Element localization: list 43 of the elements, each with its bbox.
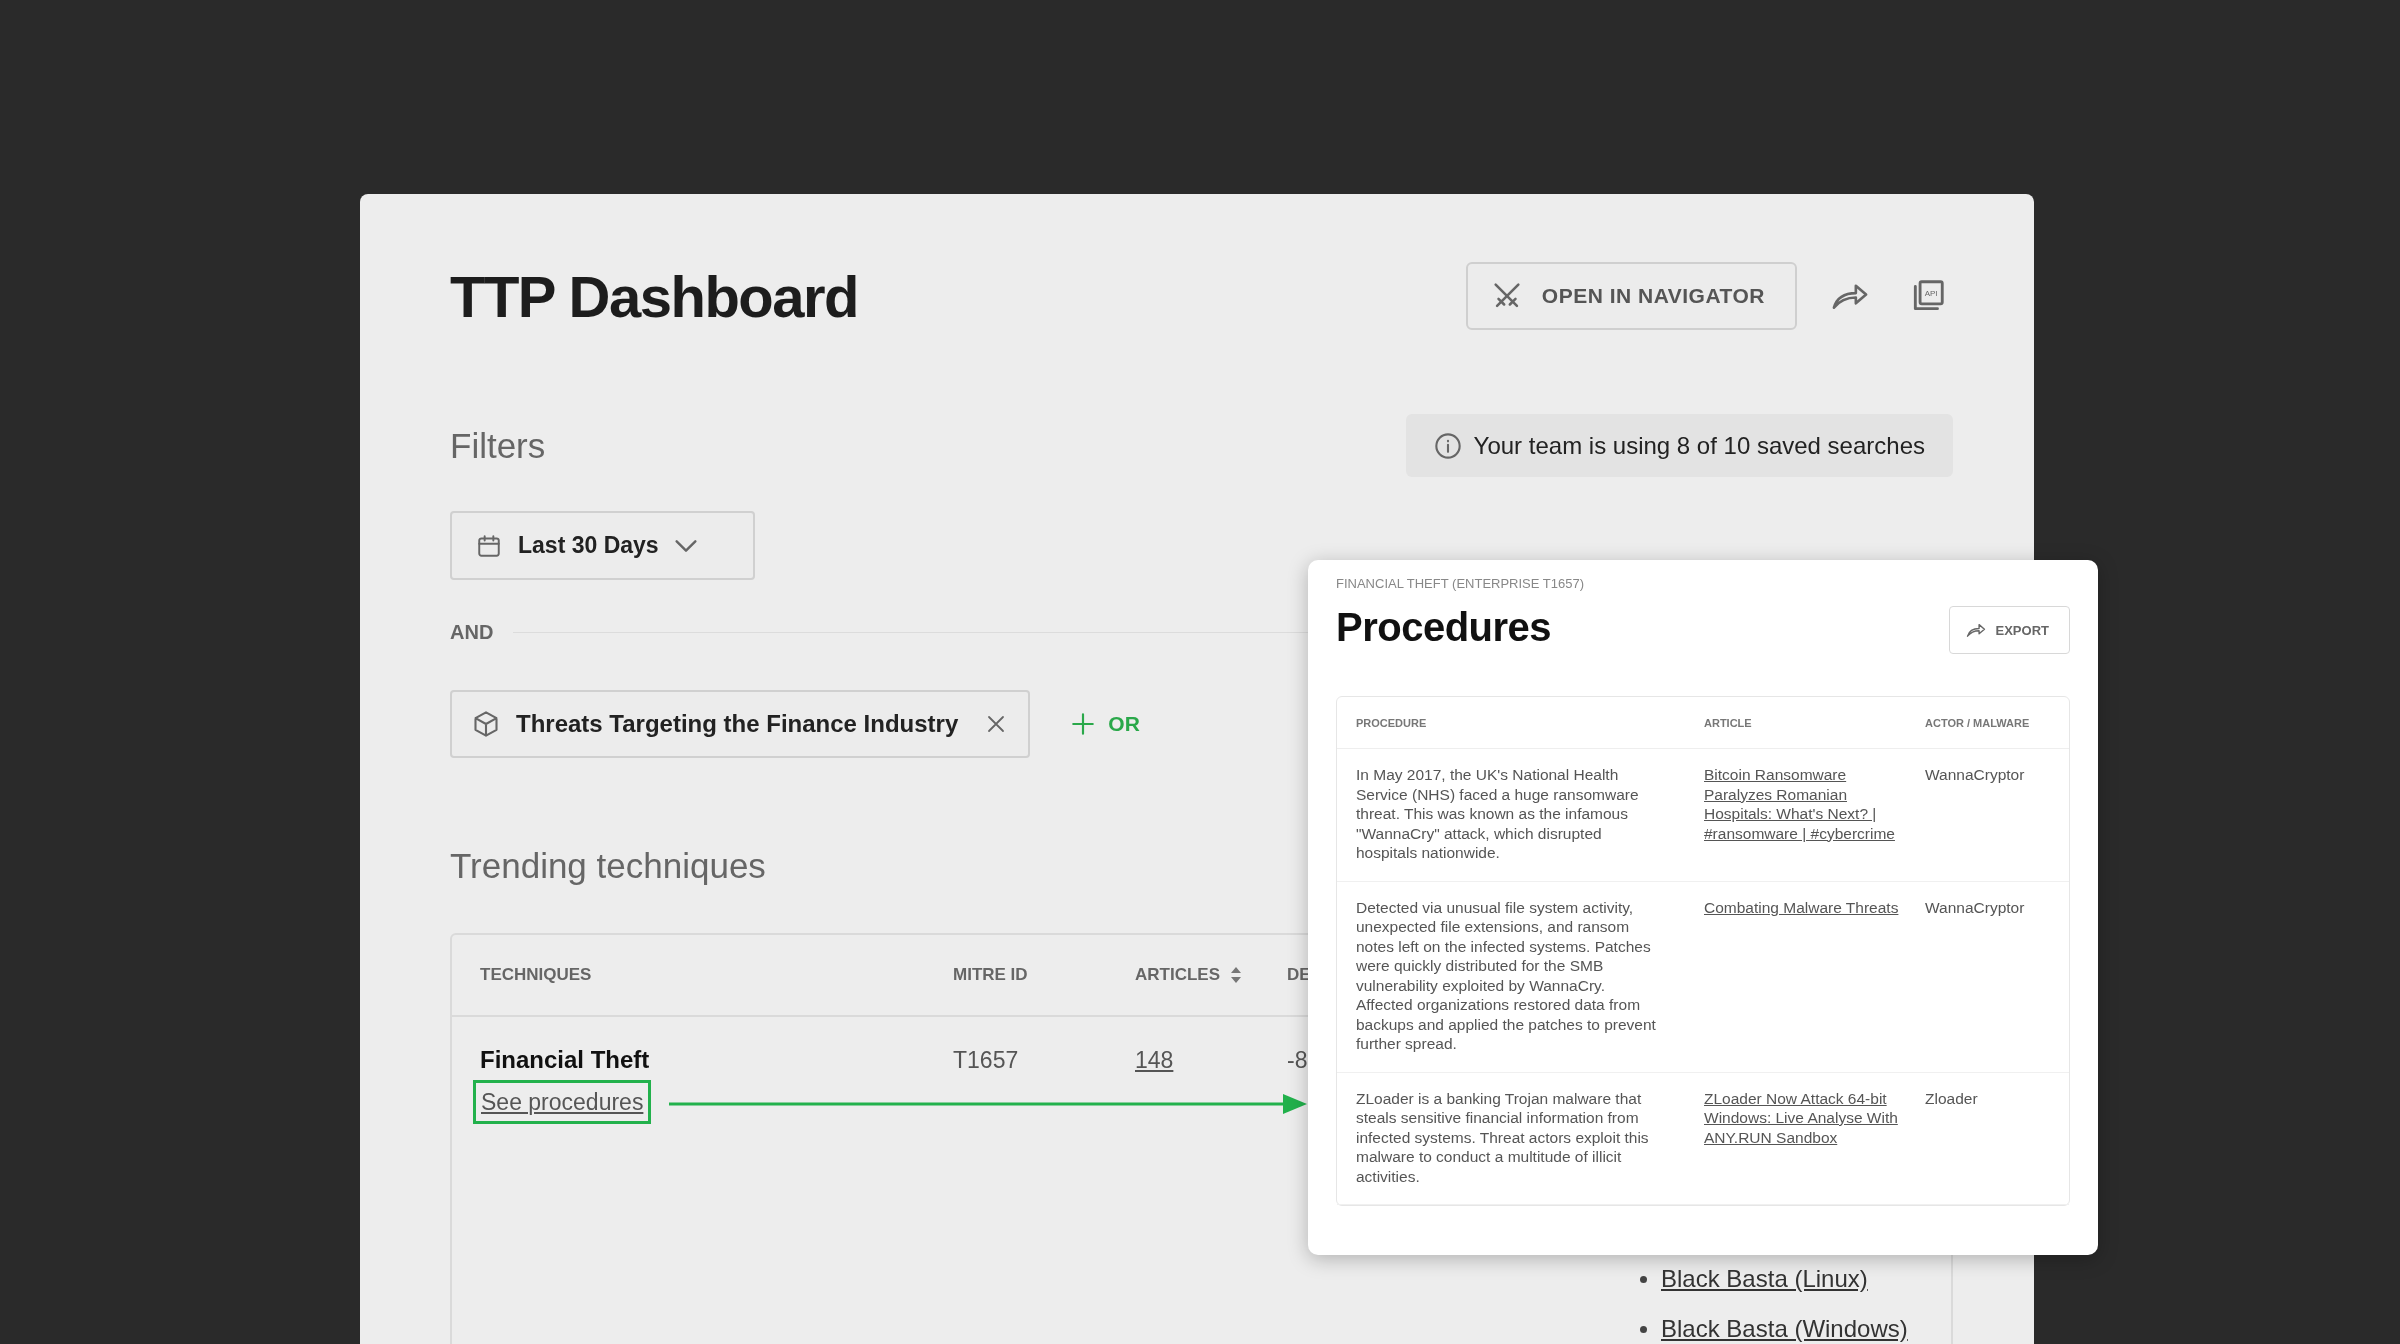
chevron-down-icon [674,539,697,552]
actor-name: WannaCryptor [1925,898,2025,916]
plus-icon [1070,711,1097,737]
page-title: TTP Dashboard [450,262,860,330]
sort-icon[interactable] [1230,966,1242,984]
table-cell: -8 [1287,1047,1308,1073]
malware-link[interactable]: Black Basta (Windows) [1661,1309,1908,1344]
column-header: PROCEDURE [1356,716,1427,729]
operator-label: AND [450,620,494,644]
actor-name: WannaCryptor [1925,766,2025,783]
bullet-icon [1640,1275,1647,1283]
panel-title: Procedures [1336,605,1553,650]
procedure-text: ZLoader is a banking Trojan malware that steals sensitive financial information from infected systems. Threat actors exploit this malware to conduct a multitude of illicit activities. [1356,1089,1649,1185]
procedure-text: In May 2017, the UK's National Health Service (NHS) faced a huge ransomware threat. This was known as the infamous "WannaCry" attack, which disrupted hospitals nationwide. [1356,766,1639,861]
malware-link[interactable]: Black Basta (Linux) [1661,1259,1868,1299]
column-header: MITRE ID [953,965,1028,985]
cube-icon [472,710,500,738]
table-cell: T1657 [953,1047,1019,1073]
technique-name: Financial Theft [480,1045,650,1075]
see-procedures-link[interactable]: See procedures [473,1080,652,1124]
procedure-text: Detected via unusual file system activity, unexpected file extensions, and ransom notes left on the infected systems. Patches were quickly distributed for the SMB vulnerability exploited by WannaCry. Affected organizations restored data from backups and applied the patches to prevent further spread. [1356,898,1656,1052]
share-icon [1965,622,1986,638]
filter-chip[interactable]: Threats Targeting the Finance Industry [450,690,1031,758]
bullet-icon [1640,1325,1647,1333]
column-header: TECHNIQUES [480,965,592,985]
chip-label: Threats Targeting the Finance Industry [516,710,959,738]
info-icon [1433,431,1462,460]
column-header: ACTOR / MALWARE [1925,716,2030,729]
panel-subtitle: FINANCIAL THEFT (ENTERPRISE T1657) [1336,576,1585,591]
actor-name: Zloader [1925,1089,1978,1107]
articles-count-link[interactable]: 148 [1135,1047,1174,1073]
column-header[interactable]: ARTICLES [1135,965,1220,985]
column-header: ARTICLE [1704,716,1752,729]
filters-heading: Filters [450,425,546,466]
notice-text: Your team is using 8 of 10 saved searches [1473,431,1925,460]
article-link[interactable]: Combating Malware Threats [1704,897,1911,917]
date-range-dropdown[interactable]: Last 30 Days [450,511,755,580]
article-link[interactable]: ZLoader Now Attack 64-bit Windows: Live Analyse With ANY.RUN Sandbox [1704,1088,1911,1147]
export-button[interactable]: EXPORT [1948,606,2070,654]
open-in-navigator-button[interactable]: OPEN IN NAVIGATOR [1465,262,1797,330]
section-heading: Trending techniques [450,846,766,886]
calendar-icon [476,532,502,559]
article-link[interactable]: Bitcoin Ransomware Paralyzes Romanian Hospitals: What's Next? | #ransomware | #cybercrime [1704,765,1911,843]
